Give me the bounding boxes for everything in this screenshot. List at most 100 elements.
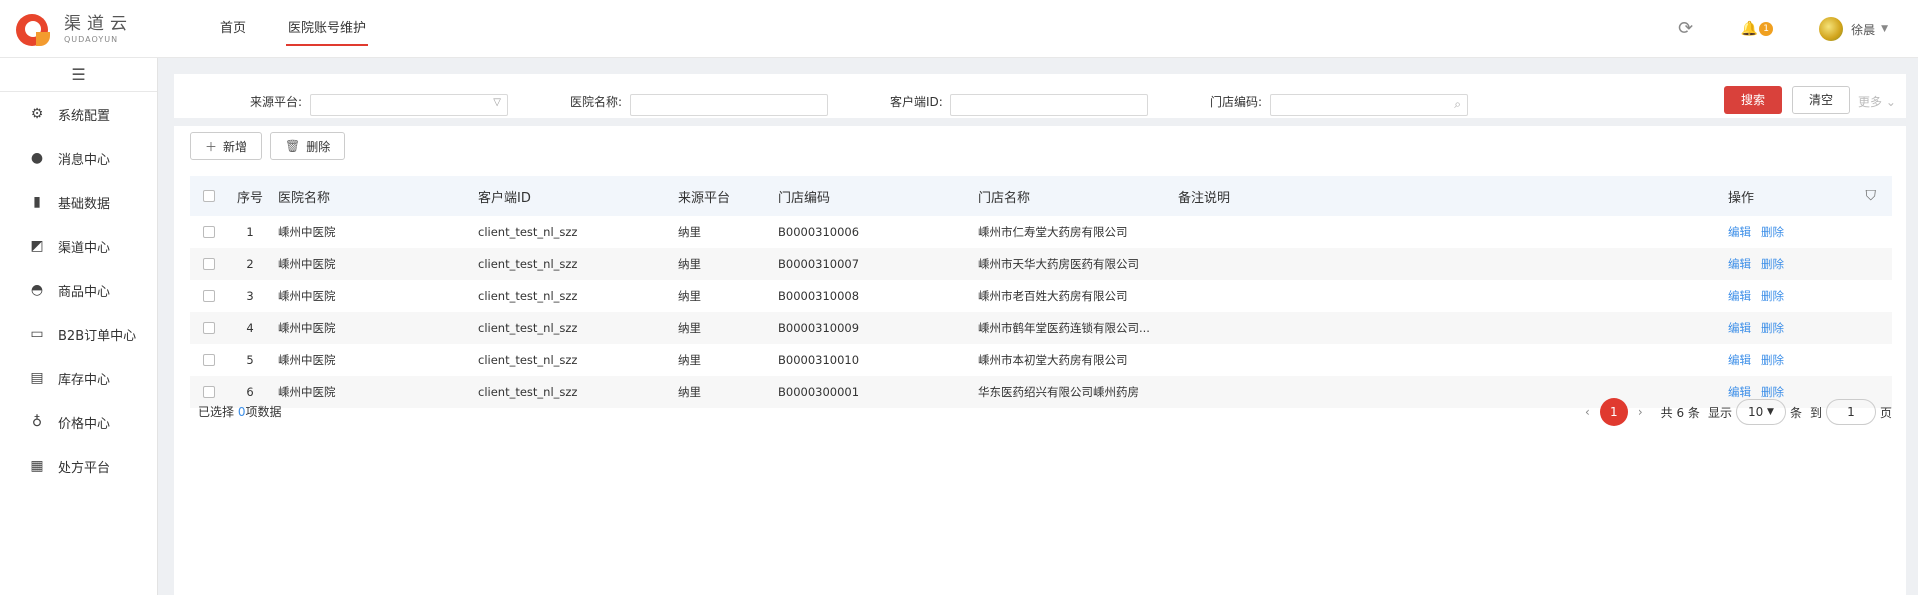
sidebar-item-label: 渠道中心 — [58, 240, 111, 256]
sidebar-item-system-config[interactable]: ⚙ 系统配置 — [0, 92, 157, 136]
sidebar-item-channel[interactable]: ◩ 渠道中心 — [0, 224, 157, 268]
row-store-name: 嵊州市本初堂大药房有限公司 — [978, 353, 1128, 367]
delete-link[interactable]: 删除 — [1761, 257, 1784, 271]
client-id-label: 客户端ID: — [890, 95, 943, 109]
delete-link[interactable]: 删除 — [1761, 289, 1784, 303]
row-store-name: 嵊州市鹤年堂医药连锁有限公司... — [978, 321, 1150, 335]
nav-home[interactable]: 首页 — [208, 0, 258, 58]
delete-link[interactable]: 删除 — [1761, 321, 1784, 335]
col-hospital: 医院名称 — [278, 190, 331, 206]
sidebar-item-label: 处方平台 — [58, 460, 111, 476]
row-no: 1 — [246, 225, 254, 239]
row-no: 2 — [246, 257, 254, 271]
edit-link[interactable]: 编辑 — [1728, 225, 1751, 239]
hospital-name-input[interactable] — [630, 94, 828, 116]
table-row: 4 嵊州中医院 client_test_nl_szz 纳里 B000031000… — [190, 312, 1892, 344]
row-client-id: client_test_nl_szz — [478, 289, 578, 303]
sidebar-item-inventory[interactable]: ▤ 库存中心 — [0, 356, 157, 400]
data-table: 序号 医院名称 客户端ID 来源平台 门店编码 门店名称 备注说明 操作 ⛉ 1… — [190, 176, 1892, 408]
row-store-name: 嵊州市仁寿堂大药房有限公司 — [978, 225, 1128, 239]
menu-toggle-icon[interactable]: ☰ — [0, 58, 157, 92]
row-platform: 纳里 — [678, 353, 701, 367]
table-row: 2 嵊州中医院 client_test_nl_szz 纳里 B000031000… — [190, 248, 1892, 280]
table-footer: 已选择 0项数据 ‹ 1 › 共 6 条 显示 10 ▼ 条 到 1 页 — [190, 394, 1892, 428]
notification-button[interactable]: 🔔 1 — [1741, 21, 1774, 37]
delete-link[interactable]: 删除 — [1761, 353, 1784, 367]
sidebar-item-prescription[interactable]: ▦ 处方平台 — [0, 444, 157, 488]
prev-page-icon[interactable]: ‹ — [1585, 405, 1590, 419]
sidebar-item-label: 消息中心 — [58, 152, 111, 168]
sidebar-item-pricing[interactable]: ♁ 价格中心 — [0, 400, 157, 444]
next-page-icon[interactable]: › — [1638, 405, 1643, 419]
row-no: 5 — [246, 353, 254, 367]
trash-icon: 🗑 — [285, 139, 301, 153]
row-store-code: B0000310008 — [778, 289, 860, 303]
search-button[interactable]: 搜索 — [1724, 86, 1782, 114]
brand-name-en: QUDAOYUN — [64, 35, 119, 44]
row-checkbox[interactable] — [203, 354, 215, 366]
username[interactable]: 徐晨 — [1851, 21, 1875, 38]
brand-name-cn: 渠道云 — [64, 14, 133, 34]
per-unit: 条 — [1789, 405, 1802, 420]
client-id-input[interactable] — [950, 94, 1148, 116]
sidebar-item-label: B2B订单中心 — [58, 328, 137, 344]
sidebar-item-label: 价格中心 — [58, 416, 111, 432]
delete-link[interactable]: 删除 — [1761, 225, 1784, 239]
sidebar-item-messages[interactable]: ● 消息中心 — [0, 136, 157, 180]
clear-button[interactable]: 清空 — [1792, 86, 1850, 114]
select-all-checkbox[interactable] — [203, 190, 215, 202]
search-icon[interactable]: ⌕ — [1454, 97, 1461, 112]
store-code-input[interactable]: ⌕ — [1270, 94, 1468, 116]
order-icon: ▭ — [30, 326, 44, 342]
add-button-label: 新增 — [223, 139, 248, 154]
row-hospital: 嵊州中医院 — [278, 353, 336, 367]
brand-logo[interactable]: 渠道云 QUDAOYUN — [14, 12, 133, 48]
column-filter-icon[interactable]: ⛉ — [1866, 188, 1877, 204]
row-store-code: B0000310006 — [778, 225, 860, 239]
table-toolbar: ＋ 新增 🗑 删除 — [174, 126, 1906, 160]
edit-link[interactable]: 编辑 — [1728, 257, 1751, 271]
edit-link[interactable]: 编辑 — [1728, 289, 1751, 303]
row-checkbox[interactable] — [203, 226, 215, 238]
gear-icon: ⚙ — [30, 106, 44, 122]
row-client-id: client_test_nl_szz — [478, 257, 578, 271]
delete-button[interactable]: 🗑 删除 — [270, 132, 346, 160]
avatar[interactable] — [1819, 17, 1844, 41]
row-checkbox[interactable] — [203, 258, 215, 270]
sidebar-item-basic-data[interactable]: ▮ 基础数据 — [0, 180, 157, 224]
table-row: 3 嵊州中医院 client_test_nl_szz 纳里 B000031000… — [190, 280, 1892, 312]
logo-mark-icon — [14, 12, 54, 48]
delete-button-label: 删除 — [306, 139, 331, 154]
total-count: 共 6 条 — [1660, 405, 1700, 420]
refresh-icon[interactable]: ⟳ — [1677, 20, 1695, 38]
source-platform-select[interactable]: ▽ — [310, 94, 508, 116]
hospital-name-label: 医院名称: — [570, 95, 623, 109]
edit-link[interactable]: 编辑 — [1728, 321, 1751, 335]
goto-label: 到 — [1809, 405, 1822, 420]
row-checkbox[interactable] — [203, 322, 215, 334]
row-store-code: B0000310010 — [778, 353, 860, 367]
table-row: 5 嵊州中医院 client_test_nl_szz 纳里 B000031001… — [190, 344, 1892, 376]
page-1-button[interactable]: 1 — [1599, 398, 1628, 426]
row-hospital: 嵊州中医院 — [278, 289, 336, 303]
row-checkbox[interactable] — [203, 290, 215, 302]
sidebar-item-label: 系统配置 — [58, 108, 111, 124]
row-client-id: client_test_nl_szz — [478, 353, 578, 367]
edit-link[interactable]: 编辑 — [1728, 353, 1751, 367]
row-platform: 纳里 — [678, 257, 701, 271]
selection-info: 已选择 0项数据 — [198, 404, 282, 419]
table-header: 序号 医院名称 客户端ID 来源平台 门店编码 门店名称 备注说明 操作 ⛉ — [190, 176, 1892, 216]
filter-bar: 来源平台: ▽ 医院名称: 客户端ID: 门店编码: ⌕ 搜索 清空 更多 ⌄ — [174, 74, 1906, 126]
top-nav: 首页 医院账号维护 — [208, 0, 396, 58]
page-size-select[interactable]: 10 ▼ — [1735, 399, 1786, 425]
grid-icon: ▦ — [30, 458, 44, 474]
sidebar-item-products[interactable]: ◓ 商品中心 — [0, 268, 157, 312]
row-no: 4 — [246, 321, 254, 335]
goto-page-input[interactable]: 1 — [1825, 399, 1876, 425]
sidebar-item-b2b-orders[interactable]: ▭ B2B订单中心 — [0, 312, 157, 356]
more-filters-link[interactable]: 更多 ⌄ — [1858, 93, 1896, 110]
chevron-down-icon[interactable]: ▼ — [1881, 24, 1888, 34]
add-button[interactable]: ＋ 新增 — [190, 132, 263, 160]
row-client-id: client_test_nl_szz — [478, 225, 578, 239]
nav-hospital-account[interactable]: 医院账号维护 — [276, 0, 378, 58]
